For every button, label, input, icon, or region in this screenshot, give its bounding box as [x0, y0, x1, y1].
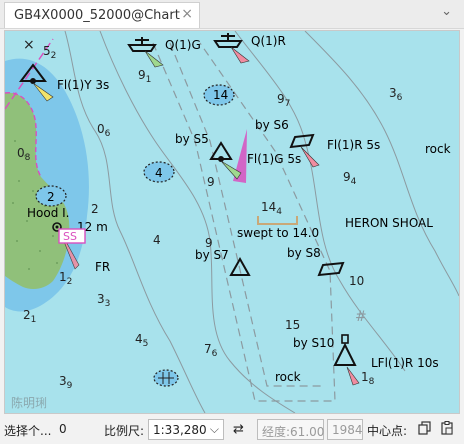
- sounding: 4: [153, 233, 161, 247]
- buoy-label: by S5: [175, 132, 209, 146]
- latitude-value: 1984: [332, 423, 363, 437]
- sounding: 91: [138, 68, 151, 85]
- chevron-down-icon[interactable]: ⌄: [441, 4, 452, 19]
- paste-icon[interactable]: [440, 421, 454, 435]
- sounding: 36: [389, 86, 403, 103]
- latitude-field[interactable]: 1984: [327, 419, 363, 440]
- light-label: Fl(1)G 5s: [247, 152, 301, 166]
- light-label: LFl(1)R 10s: [371, 356, 439, 370]
- scale-label: 比例尺:: [104, 424, 145, 438]
- sounding: 45: [135, 332, 148, 349]
- beacon-s7[interactable]: [229, 256, 251, 276]
- buoy-q1r[interactable]: [213, 33, 250, 64]
- hash-symbol: #: [355, 309, 367, 325]
- light-label: Fl(1)Y 3s: [57, 78, 109, 92]
- tab-chart[interactable]: GB4X0000_52000@Chart ×: [4, 2, 200, 28]
- buoy-label: by S10: [293, 336, 334, 350]
- sounding: 10: [349, 274, 364, 288]
- selection-count: 0: [59, 422, 67, 436]
- buoy-q1g[interactable]: [127, 37, 164, 68]
- obstruction-label: 4: [155, 166, 163, 180]
- light-label: FR: [95, 260, 110, 274]
- tab-bar: GB4X0000_52000@Chart × ⌄: [0, 0, 464, 29]
- signal-station-label: SS: [63, 230, 77, 243]
- wreck-cross: ×: [23, 37, 35, 53]
- buoy-label: by S6: [255, 118, 289, 132]
- sounding: 33: [97, 292, 110, 309]
- copy-icon[interactable]: [418, 421, 432, 435]
- buoy-label: by S8: [287, 246, 321, 260]
- close-icon[interactable]: ×: [181, 6, 193, 22]
- swept-area-bracket: [257, 216, 298, 225]
- scale-select[interactable]: 1:33,280 ⌵: [148, 419, 224, 440]
- sounding: 97: [277, 92, 290, 109]
- center-label: 中心点:: [367, 424, 408, 438]
- sounding: 39: [59, 374, 73, 391]
- sounding: 94: [343, 170, 357, 187]
- place-label: Hood I.: [27, 206, 70, 220]
- light-label: Fl(1)R 5s: [327, 138, 380, 152]
- light-label: Q(1)R: [251, 34, 286, 48]
- longitude-value: 经度:61.00: [262, 425, 325, 439]
- feature-name: HERON SHOAL: [345, 216, 433, 230]
- chevron-down-icon[interactable]: ⌵: [210, 422, 219, 437]
- obstruction-label: 14: [213, 88, 228, 102]
- buoy-s8[interactable]: [317, 261, 345, 277]
- selection-label: 选择个...: [4, 424, 52, 438]
- obstruction-label: 2: [47, 190, 55, 204]
- sounding: 21: [23, 308, 36, 325]
- rock-label: rock: [425, 142, 451, 156]
- sounding: 9: [207, 175, 215, 189]
- light-label: Q(1)G: [165, 38, 201, 52]
- sounding: 144: [261, 200, 282, 217]
- tab-title: GB4X0000_52000@Chart: [14, 8, 180, 23]
- sounding: 76: [204, 342, 218, 359]
- sounding: 2: [91, 202, 99, 216]
- chart-map-view[interactable]: 14 4 2 52 91 97 36 06 08 9 94 144 2 4 9 …: [4, 30, 460, 414]
- beacon-fl1g[interactable]: [209, 141, 242, 180]
- buoy-label: by S7: [195, 248, 229, 262]
- chart-canvas[interactable]: 14 4 2 52 91 97 36 06 08 9 94 144 2 4 9 …: [5, 31, 459, 413]
- sounding: 06: [97, 122, 111, 139]
- swap-icon[interactable]: ⇄: [233, 422, 244, 437]
- sounding: 18: [361, 370, 375, 387]
- swept-label: swept to 14.0: [237, 226, 319, 240]
- sounding: 15: [285, 318, 300, 332]
- watermark: 陈明琍: [11, 395, 47, 410]
- beacon-s10[interactable]: [333, 334, 360, 386]
- status-bar: 选择个... 0 比例尺: 1:33,280 ⌵ ⇄ 经度:61.00 1984…: [0, 416, 464, 444]
- scale-value: 1:33,280: [153, 423, 207, 437]
- sounding: 52: [43, 44, 56, 61]
- rock-label: rock: [275, 370, 301, 384]
- longitude-field[interactable]: 经度:61.00: [257, 419, 324, 440]
